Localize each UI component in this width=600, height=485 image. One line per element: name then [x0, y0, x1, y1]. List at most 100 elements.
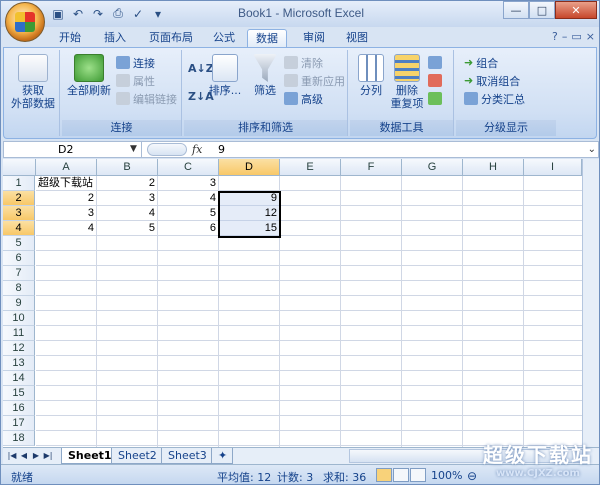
tab-review[interactable]: 审阅 — [295, 29, 333, 47]
insert-sheet-icon[interactable]: ✦ — [211, 448, 233, 464]
close-button[interactable]: ✕ — [555, 1, 597, 19]
cell-a2[interactable]: 2 — [36, 191, 97, 206]
clear-filter-button[interactable]: 清除 — [284, 54, 323, 71]
row-header-15[interactable]: 15 — [3, 386, 35, 401]
tab-page-layout[interactable]: 页面布局 — [141, 29, 201, 47]
tab-data[interactable]: 数据 — [247, 29, 287, 47]
cell-c3[interactable]: 5 — [158, 206, 219, 221]
maximize-button[interactable]: □ — [529, 1, 555, 19]
first-sheet-icon[interactable]: |◀ — [7, 450, 17, 462]
sheet-tab-1[interactable]: Sheet1 — [61, 448, 119, 464]
row-header-17[interactable]: 17 — [3, 416, 35, 431]
properties-button[interactable]: 属性 — [116, 72, 155, 89]
status-sum: 求和: 36 — [323, 471, 367, 484]
cell-b1[interactable]: 2 — [97, 176, 158, 191]
row-header-6[interactable]: 6 — [3, 251, 35, 266]
ribbon-close-icon[interactable]: × — [586, 30, 595, 43]
ribbon-minimize-icon[interactable]: – — [562, 30, 568, 43]
row-header-11[interactable]: 11 — [3, 326, 35, 341]
group-data-tools: 分列 删除 重复项 数据工具 — [350, 50, 454, 136]
cell-b4[interactable]: 5 — [97, 221, 158, 236]
zoom-level[interactable]: 100% — [431, 469, 462, 482]
row-header-2[interactable]: 2 — [3, 191, 35, 206]
office-button[interactable] — [5, 2, 45, 42]
subtotal-button[interactable]: 分类汇总 — [464, 90, 525, 107]
row-header-5[interactable]: 5 — [3, 236, 35, 251]
refresh-all-button[interactable]: 全部刷新 — [64, 54, 114, 97]
column-header-h[interactable]: H — [463, 159, 524, 176]
cell-d2[interactable]: 9 — [219, 191, 280, 206]
formula-input[interactable]: 9 — [218, 142, 225, 157]
row-header-4[interactable]: 4 — [3, 221, 35, 236]
cell-b2[interactable]: 3 — [97, 191, 158, 206]
insert-function-button[interactable]: fx — [192, 142, 202, 157]
column-header-g[interactable]: G — [402, 159, 463, 176]
text-to-columns-button[interactable]: 分列 — [354, 54, 388, 97]
row-header-7[interactable]: 7 — [3, 266, 35, 281]
worksheet-grid[interactable]: A B C D E F G H I 1 2 3 4 5 6 7 8 9 10 11 12 13 14 15 1… — [3, 159, 599, 447]
row-header-8[interactable]: 8 — [3, 281, 35, 296]
get-external-data-button[interactable]: 获取 外部数据 — [10, 54, 56, 110]
row-header-1[interactable]: 1 — [3, 176, 35, 191]
column-header-c[interactable]: C — [158, 159, 219, 176]
row-header-3[interactable]: 3 — [3, 206, 35, 221]
group-button[interactable]: ➜ 组合 — [464, 54, 498, 71]
column-header-f[interactable]: F — [341, 159, 402, 176]
connections-button[interactable]: 连接 — [116, 54, 155, 71]
what-if-button[interactable] — [428, 90, 442, 107]
name-box-dropdown-icon[interactable]: ▼ — [130, 144, 137, 154]
prev-sheet-icon[interactable]: ◀ — [19, 450, 29, 462]
vertical-scrollbar[interactable] — [582, 159, 599, 447]
remove-duplicates-button[interactable]: 删除 重复项 — [390, 54, 424, 110]
advanced-filter-button[interactable]: 高级 — [284, 90, 323, 107]
cell-c4[interactable]: 6 — [158, 221, 219, 236]
cell-c2[interactable]: 4 — [158, 191, 219, 206]
group-label: 组合 — [476, 56, 499, 70]
cell-d4[interactable]: 15 — [219, 221, 280, 236]
filter-button[interactable]: 筛选 — [248, 54, 282, 97]
consolidate-button[interactable] — [428, 72, 442, 89]
name-box[interactable]: D2 — [4, 142, 142, 157]
sheet-tab-2[interactable]: Sheet2 — [111, 448, 164, 464]
tab-insert[interactable]: 插入 — [96, 29, 134, 47]
help-icon[interactable]: ? — [552, 30, 558, 43]
zoom-out-icon[interactable]: ⊖ — [467, 469, 477, 483]
formula-cancel-enter-buttons[interactable] — [147, 143, 187, 156]
last-sheet-icon[interactable]: ▶| — [43, 450, 53, 462]
cell-b3[interactable]: 4 — [97, 206, 158, 221]
cell-a3[interactable]: 3 — [36, 206, 97, 221]
cell-c1[interactable]: 3 — [158, 176, 219, 191]
next-sheet-icon[interactable]: ▶ — [31, 450, 41, 462]
page-break-view-icon[interactable] — [410, 468, 426, 482]
column-header-b[interactable]: B — [97, 159, 158, 176]
row-header-10[interactable]: 10 — [3, 311, 35, 326]
expand-formula-bar-icon[interactable]: ⌄ — [588, 142, 596, 157]
data-validation-button[interactable] — [428, 54, 442, 71]
column-header-i[interactable]: I — [524, 159, 582, 176]
tab-home[interactable]: 开始 — [51, 29, 89, 47]
tab-formulas[interactable]: 公式 — [205, 29, 243, 47]
cell-d3[interactable]: 12 — [219, 206, 280, 221]
row-header-9[interactable]: 9 — [3, 296, 35, 311]
sort-button[interactable]: 排序... — [208, 54, 242, 97]
row-header-18[interactable]: 18 — [3, 431, 35, 446]
minimize-button[interactable]: — — [503, 1, 529, 19]
normal-view-icon[interactable] — [376, 468, 392, 482]
ribbon-restore-icon[interactable]: ▭ — [571, 30, 581, 43]
select-all-corner[interactable] — [3, 159, 36, 176]
column-header-d[interactable]: D — [219, 159, 280, 176]
row-header-16[interactable]: 16 — [3, 401, 35, 416]
row-header-13[interactable]: 13 — [3, 356, 35, 371]
row-header-14[interactable]: 14 — [3, 371, 35, 386]
tab-view[interactable]: 视图 — [338, 29, 376, 47]
cell-a4[interactable]: 4 — [36, 221, 97, 236]
ungroup-button[interactable]: ➜ 取消组合 — [464, 72, 520, 89]
edit-links-button[interactable]: 编辑链接 — [116, 90, 177, 107]
row-header-12[interactable]: 12 — [3, 341, 35, 356]
column-header-a[interactable]: A — [36, 159, 97, 176]
column-header-e[interactable]: E — [280, 159, 341, 176]
cell-a1[interactable]: 超级下载站 — [38, 176, 98, 191]
reapply-button[interactable]: 重新应用 — [284, 72, 345, 89]
page-layout-view-icon[interactable] — [393, 468, 409, 482]
sheet-tab-3[interactable]: Sheet3 — [161, 448, 214, 464]
